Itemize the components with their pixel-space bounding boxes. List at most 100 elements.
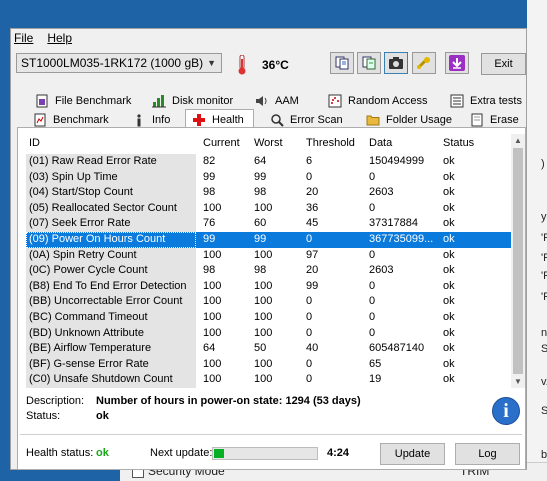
smart-attributes-table[interactable]: ID Current Worst Threshold Data Status (…	[26, 134, 511, 388]
tab-label: Random Access	[348, 95, 428, 107]
log-button[interactable]: Log	[455, 443, 520, 465]
tab-random-access[interactable]: Random Access	[328, 92, 427, 110]
table-cell: 0	[306, 233, 313, 245]
table-cell: 37317884	[369, 217, 418, 230]
extra-tests-icon	[450, 94, 464, 108]
table-scrollbar[interactable]: ▲ ▼	[511, 134, 525, 388]
column-header-threshold[interactable]: Threshold	[306, 134, 355, 152]
table-cell: ok	[443, 279, 455, 292]
background-window-edge: ) ys 'F 'F 'F 'F n Sl v. St b	[527, 0, 547, 480]
table-row[interactable]: (BC) Command Timeout 100 100 0 0 ok	[26, 310, 511, 326]
table-cell: 20	[306, 264, 319, 277]
status-value: ok	[96, 410, 109, 422]
table-cell: (0A) Spin Retry Count	[26, 247, 196, 264]
table-cell: 82	[203, 155, 216, 167]
table-row[interactable]: (B8) End To End Error Detection 100 100 99 0…	[26, 278, 511, 295]
table-cell: (0C) Power Cycle Count	[26, 263, 196, 279]
table-cell: 50	[254, 342, 267, 355]
table-row[interactable]: (09) Power On Hours Count 99 99 0 367735099.…	[26, 232, 511, 248]
table-cell: 0	[369, 311, 376, 323]
background-text: )	[541, 158, 545, 170]
table-cell: 0	[369, 201, 376, 214]
tab-file-benchmark[interactable]: File Benchmark	[35, 92, 131, 110]
table-cell: 2603	[369, 186, 394, 199]
table-cell: 100	[254, 295, 273, 308]
copy-text-button[interactable]	[330, 52, 354, 74]
copy-all-icon	[362, 56, 376, 70]
health-status-value: ok	[96, 447, 109, 459]
table-cell: 100	[203, 201, 222, 214]
table-cell: 0	[369, 279, 376, 292]
table-row[interactable]: (BB) Uncorrectable Error Count 100 100 0 0 ok	[26, 294, 511, 310]
table-row[interactable]: (04) Start/Stop Count 98 98 20 2603 ok	[26, 185, 511, 201]
table-cell: 99	[203, 233, 216, 245]
table-row[interactable]: (BE) Airflow Temperature 64 50 40 605487140 o…	[26, 341, 511, 357]
table-cell: 100	[254, 201, 273, 214]
scroll-thumb[interactable]	[513, 148, 523, 374]
table-row[interactable]: (BD) Unknown Attribute 100 100 0 0 ok	[26, 325, 511, 342]
table-row[interactable]: (03) Spin Up Time 99 99 0 0 ok	[26, 169, 511, 186]
tab-label: Disk monitor	[172, 95, 234, 107]
table-cell: ok	[443, 186, 455, 199]
tab-disk-monitor[interactable]: Disk monitor	[152, 92, 233, 110]
options-button[interactable]	[412, 52, 436, 74]
table-row[interactable]: (0A) Spin Retry Count 100 100 97 0 ok	[26, 247, 511, 264]
table-row[interactable]: (0C) Power Cycle Count 98 98 20 2603 ok	[26, 263, 511, 279]
menu-file[interactable]: File	[14, 31, 33, 45]
table-row[interactable]: (BF) G-sense Error Rate 100 100 0 65 ok	[26, 356, 511, 373]
table-cell: 100	[254, 373, 273, 386]
tab-aam[interactable]: AAM	[255, 92, 299, 110]
table-cell: ok	[443, 201, 455, 214]
table-cell: ok	[443, 295, 455, 308]
tab-extra-tests[interactable]: Extra tests	[450, 92, 522, 110]
table-cell: 0	[306, 295, 313, 308]
table-cell: (BF) G-sense Error Rate	[26, 356, 196, 373]
background-text: b	[541, 449, 547, 461]
exit-button[interactable]: Exit	[481, 53, 526, 75]
description-label: Description:	[26, 395, 85, 407]
column-header-worst[interactable]: Worst	[254, 134, 283, 152]
folder-icon	[366, 115, 380, 126]
column-header-data[interactable]: Data	[369, 134, 392, 152]
description-value: Number of hours in power-on state: 1294 …	[96, 395, 361, 407]
table-cell: (C0) Unsafe Shutdown Count	[26, 372, 196, 388]
table-cell: ok	[443, 326, 455, 339]
tab-label: File Benchmark	[55, 95, 132, 107]
table-row[interactable]: (01) Raw Read Error Rate 82 64 6 150494999 ok	[26, 154, 511, 170]
tab-label: AAM	[275, 95, 299, 107]
tab-health[interactable]: Health	[185, 109, 254, 129]
health-cross-icon	[193, 113, 205, 126]
tab-label: Health	[212, 113, 244, 126]
screenshot-button[interactable]	[384, 52, 408, 74]
table-cell: 100	[203, 295, 222, 308]
table-cell: 65	[369, 357, 382, 370]
table-cell: ok	[443, 373, 455, 386]
table-cell: (BC) Command Timeout	[26, 310, 196, 326]
copy-info-button[interactable]	[357, 52, 381, 74]
table-cell: (B8) End To End Error Detection	[26, 278, 196, 295]
table-cell: 64	[254, 155, 267, 167]
save-button[interactable]	[445, 52, 469, 74]
scroll-up-icon[interactable]: ▲	[514, 136, 522, 145]
table-cell: 100	[203, 248, 222, 261]
table-cell: 0	[369, 326, 376, 339]
update-button[interactable]: Update	[380, 443, 445, 465]
column-header-current[interactable]: Current	[203, 134, 240, 152]
drive-select[interactable]: ST1000LM035-1RK172 (1000 gB) ▼	[16, 53, 222, 73]
table-row[interactable]: (C0) Unsafe Shutdown Count 100 100 0 19 ok	[26, 372, 511, 388]
menu-bar: File Help	[14, 31, 72, 45]
table-cell: (03) Spin Up Time	[26, 169, 196, 186]
table-cell: 100	[203, 357, 222, 370]
table-row[interactable]: (07) Seek Error Rate 76 60 45 37317884 ok	[26, 216, 511, 232]
column-header-status[interactable]: Status	[443, 134, 474, 152]
table-cell: 99	[203, 170, 216, 183]
scroll-down-icon[interactable]: ▼	[514, 377, 522, 386]
table-cell: 100	[254, 248, 273, 261]
menu-help[interactable]: Help	[47, 31, 72, 45]
table-cell: 0	[306, 373, 313, 386]
table-cell: 98	[254, 186, 267, 199]
table-row[interactable]: (05) Reallocated Sector Count 100 100 36 0 ok	[26, 200, 511, 217]
table-cell: 99	[254, 170, 267, 183]
table-cell: 6	[306, 155, 313, 167]
column-header-id[interactable]: ID	[29, 134, 40, 152]
